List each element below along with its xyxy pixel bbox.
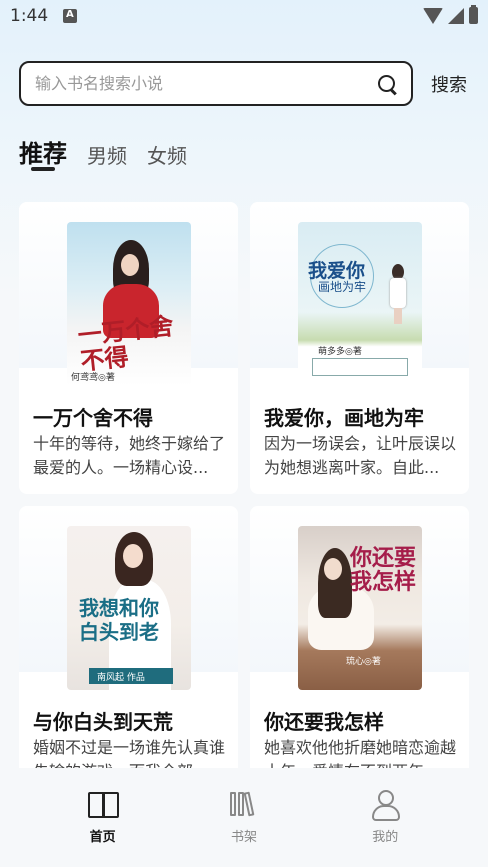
book-title: 我爱你，画地为牢 [264,406,424,430]
status-bar: 1:44 [0,0,488,34]
book-open-icon [87,790,119,818]
book-cover[interactable]: 我爱你 画地为牢 萌多多◎著 [298,222,422,386]
cover-author: 萌多多◎著 [318,347,362,357]
status-icons [423,5,478,24]
user-icon [370,790,401,821]
tab-male[interactable]: 男频 [87,140,127,171]
wifi-icon [423,7,443,24]
book-title: 一万个舍不得 [33,406,153,430]
book-cover[interactable]: 一万个舍不得 何鸢鸢◎著 [67,222,191,386]
cover-title: 你还要我怎样 [350,545,417,595]
nav-profile[interactable]: 我的 [345,790,425,867]
book-card[interactable]: 我爱你 画地为牢 萌多多◎著 我爱你，画地为牢 因为一场误会，让叶辰误以为她想逃… [250,202,469,494]
tab-recommended[interactable]: 推荐 [19,134,67,171]
tab-female[interactable]: 女频 [147,140,187,171]
nav-label: 首页 [89,830,116,845]
book-cover[interactable]: 我想和你白头到老 南风起 作品 [67,526,191,690]
cover-title: 一万个舍不得 [76,310,175,376]
notification-icon [63,9,77,23]
cover-figure [388,264,408,324]
nav-home[interactable]: 首页 [63,790,143,867]
cover-decoration [312,358,408,376]
search-box [19,61,413,106]
cover-author: 何鸢鸢◎著 [71,373,115,383]
book-card[interactable]: 我想和你白头到老 南风起 作品 与你白头到天荒 婚姻不过是一场谁先认真谁先输的游… [19,506,238,798]
bookshelf-icon [229,790,259,818]
cover-author: 琉心◎著 [346,657,381,667]
cover-author-plate: 南风起 作品 [89,668,173,684]
bottom-nav: 首页 书架 我的 [0,768,488,867]
search-icon[interactable] [377,74,397,94]
book-card[interactable]: 一万个舍不得 何鸢鸢◎著 一万个舍不得 十年的等待，她终于嫁给了最爱的人。一场精… [19,202,238,494]
book-title: 与你白头到天荒 [33,710,173,734]
status-time: 1:44 [10,6,49,26]
cover-author: 南风起 作品 [97,673,145,683]
book-title: 你还要我怎样 [264,710,384,734]
cover-subtitle: 画地为牢 [318,280,367,294]
category-tabs: 推荐 男频 女频 [19,134,187,171]
book-description: 十年的等待，她终于嫁给了最爱的人。一场精心设... [33,434,226,477]
search-input[interactable] [35,74,377,93]
active-tab-indicator [31,167,55,171]
cover-title: 我想和你白头到老 [79,596,159,644]
nav-bookshelf[interactable]: 书架 [204,790,284,867]
battery-icon [469,5,478,24]
book-description: 因为一场误会，让叶辰误以为她想逃离叶家。自此... [264,434,457,477]
search-button[interactable]: 搜索 [431,71,467,97]
nav-label: 书架 [230,830,257,845]
book-card[interactable]: 你还要我怎样 琉心◎著 你还要我怎样 她喜欢他他折磨她暗恋逾越十年，爱情在不到两… [250,506,469,798]
book-cover[interactable]: 你还要我怎样 琉心◎著 [298,526,422,690]
signal-icon [448,7,464,24]
nav-label: 我的 [372,830,399,845]
